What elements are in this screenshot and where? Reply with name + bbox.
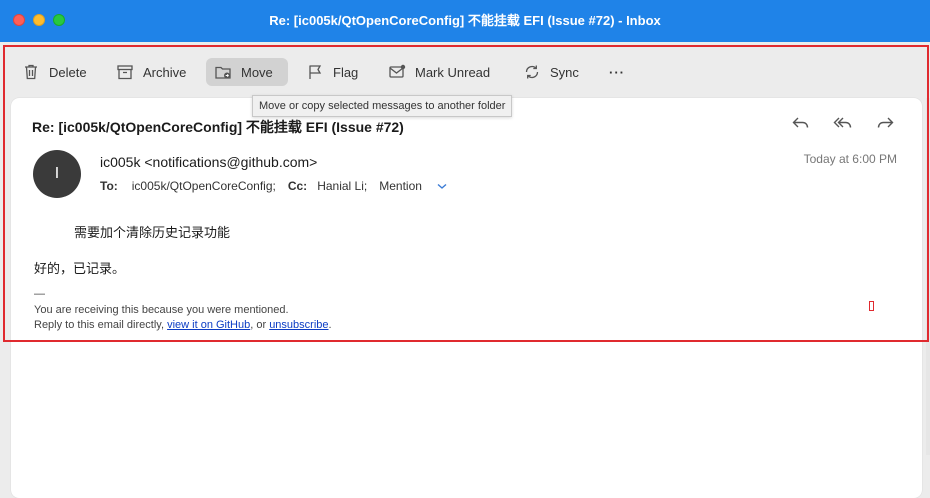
quoted-text: 需要加个清除历史记录功能 [74,225,231,240]
window-title: Re: [ic005k/QtOpenCoreConfig] 不能挂载 EFI (… [269,13,661,28]
message-view: Re: [ic005k/QtOpenCoreConfig] 不能挂载 EFI (… [11,98,922,498]
trash-icon [22,63,40,81]
reply-icon[interactable] [791,114,811,132]
envelope-icon [388,63,406,81]
toolbar: Delete Archive Move Flag Mark Unread Syn… [0,42,930,98]
zoom-window-button[interactable] [53,14,65,26]
to-recipient[interactable]: ic005k/QtOpenCoreConfig; [132,179,276,193]
flag-label: Flag [333,64,359,80]
move-label: Move [241,64,273,80]
archive-icon [116,63,134,81]
move-tooltip: Move or copy selected messages to anothe… [252,95,513,117]
close-window-button[interactable] [13,14,25,26]
forward-icon[interactable] [875,114,895,132]
message-subject: Re: [ic005k/QtOpenCoreConfig] 不能挂载 EFI (… [32,119,404,135]
cc-recipient[interactable]: Hanial Li; [317,179,367,193]
reply-text: 好的，已记录。 [34,261,126,276]
unsubscribe-link[interactable]: unsubscribe [269,319,328,331]
reply-all-icon[interactable] [833,114,853,132]
more-button[interactable]: ··· [601,58,633,86]
move-button[interactable]: Move [206,58,288,86]
scrollbar[interactable] [926,98,930,455]
avatar: I [33,150,81,198]
sender[interactable]: ic005k <notifications@github.com> [100,154,317,170]
mark-unread-label: Mark Unread [415,64,491,80]
footer-notice: You are receiving this because you were … [34,304,289,316]
tracking-marker [869,301,874,311]
mark-unread-button[interactable]: Mark Unread [380,58,498,86]
archive-label: Archive [143,64,187,80]
delete-label: Delete [49,64,87,80]
chevron-down-icon[interactable] [436,181,448,191]
delete-button[interactable]: Delete [14,58,95,86]
cc-recipient[interactable]: Mention [379,179,422,193]
footer-text: . [328,319,332,331]
to-label: To: [100,179,118,193]
minimize-window-button[interactable] [33,14,45,26]
footer-text: , or [250,319,270,331]
recipients: To: ic005k/QtOpenCoreConfig; Cc: Hanial … [100,179,448,193]
footer-text: Reply to this email directly, [34,319,168,331]
title-bar: Re: [ic005k/QtOpenCoreConfig] 不能挂载 EFI (… [0,0,930,42]
message-date: Today at 6:00 PM [803,152,897,166]
sync-button[interactable]: Sync [515,58,587,86]
cc-label: Cc: [287,179,308,193]
folder-move-icon [214,63,232,81]
view-on-github-link[interactable]: view it on GitHub [167,319,250,331]
more-icon: ··· [609,64,625,80]
flag-icon [306,63,324,81]
archive-button[interactable]: Archive [108,58,194,86]
sync-label: Sync [550,64,579,80]
footer-links: Reply to this email directly, view it on… [34,319,332,331]
signature-separator: — [34,288,45,300]
flag-button[interactable]: Flag [298,58,366,86]
sync-icon [523,63,541,81]
